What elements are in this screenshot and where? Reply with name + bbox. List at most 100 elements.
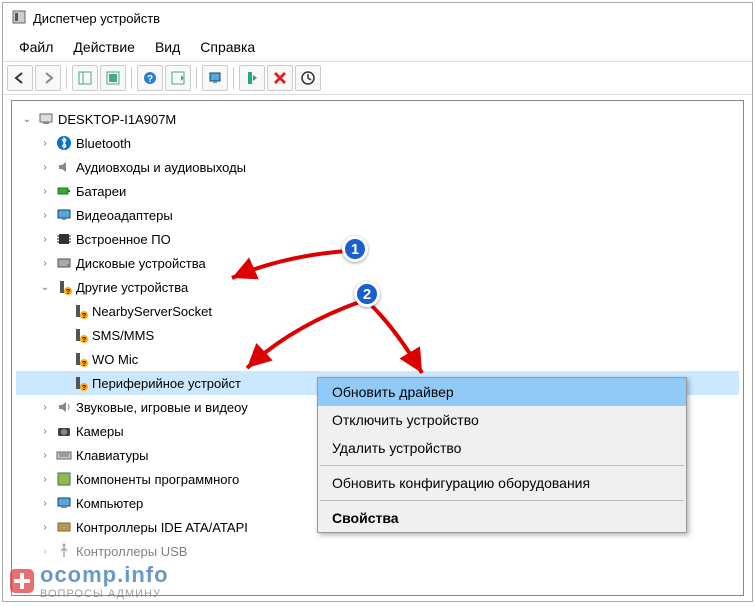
node-label: Камеры xyxy=(76,424,124,439)
annotation-badge-1: 1 xyxy=(342,236,368,262)
tree-node[interactable]: › Встроенное ПО xyxy=(16,227,739,251)
toolbar-separator xyxy=(131,67,132,89)
expand-icon[interactable]: › xyxy=(38,402,52,413)
expand-icon[interactable]: › xyxy=(38,210,52,221)
tree-leaf[interactable]: ?SMS/MMS xyxy=(16,323,739,347)
collapse-icon[interactable]: ⌄ xyxy=(20,114,34,125)
node-label: Дисковые устройства xyxy=(76,256,206,271)
help-button[interactable]: ? xyxy=(137,65,163,91)
node-label: Bluetooth xyxy=(76,136,131,151)
expand-icon[interactable]: › xyxy=(38,546,52,557)
unknown-device-icon: ? xyxy=(71,326,89,344)
node-label: Другие устройства xyxy=(76,280,188,295)
keyboard-icon xyxy=(55,446,73,464)
forward-button[interactable] xyxy=(35,65,61,91)
device-manager-window: Диспетчер устройств Файл Действие Вид Сп… xyxy=(2,2,753,602)
svg-text:?: ? xyxy=(147,74,153,85)
ctx-separator xyxy=(320,500,684,501)
tree-root[interactable]: ⌄ DESKTOP-I1A907M xyxy=(16,107,739,131)
tree-leaf[interactable]: ?NearbyServerSocket xyxy=(16,299,739,323)
tree-node[interactable]: › Батареи xyxy=(16,179,739,203)
software-icon xyxy=(55,470,73,488)
app-icon xyxy=(11,9,27,28)
node-label: Встроенное ПО xyxy=(76,232,171,247)
expand-icon[interactable]: › xyxy=(38,186,52,197)
context-menu: Обновить драйвер Отключить устройство Уд… xyxy=(317,377,687,533)
chip-icon xyxy=(55,230,73,248)
toolbar-separator xyxy=(196,67,197,89)
device-tree[interactable]: ⌄ DESKTOP-I1A907M › Bluetooth › Аудиовходы… xyxy=(11,100,744,596)
expand-icon[interactable]: › xyxy=(38,498,52,509)
toolbar-separator xyxy=(233,67,234,89)
ctx-update-driver[interactable]: Обновить драйвер xyxy=(318,378,686,406)
back-button[interactable] xyxy=(7,65,33,91)
tree-node[interactable]: › Дисковые устройства xyxy=(16,251,739,275)
watermark-icon xyxy=(8,567,36,595)
disk-icon xyxy=(55,254,73,272)
annotation-badge-2: 2 xyxy=(354,281,380,307)
watermark-line1: ocomp.info xyxy=(40,562,169,588)
menu-action[interactable]: Действие xyxy=(63,35,145,59)
node-label: Контроллеры USB xyxy=(76,544,187,559)
update-button[interactable] xyxy=(295,65,321,91)
menubar: Файл Действие Вид Справка xyxy=(3,33,752,61)
ctx-properties[interactable]: Свойства xyxy=(318,504,686,532)
bluetooth-icon xyxy=(55,134,73,152)
unknown-device-icon: ? xyxy=(71,302,89,320)
collapse-icon[interactable]: ⌄ xyxy=(38,282,52,293)
expand-icon[interactable]: › xyxy=(38,234,52,245)
watermark: ocomp.info ВОПРОСЫ АДМИНУ xyxy=(8,562,169,600)
uninstall-button[interactable] xyxy=(267,65,293,91)
leaf-label: SMS/MMS xyxy=(92,328,154,343)
tree-leaf[interactable]: ?WO Mic xyxy=(16,347,739,371)
menu-view[interactable]: Вид xyxy=(145,35,190,59)
root-label: DESKTOP-I1A907M xyxy=(58,112,176,127)
ctx-delete-device[interactable]: Удалить устройство xyxy=(318,434,686,462)
tree-node[interactable]: › Контроллеры USB xyxy=(16,539,739,563)
camera-icon xyxy=(55,422,73,440)
menu-file[interactable]: Файл xyxy=(9,35,63,59)
computer-icon xyxy=(37,110,55,128)
leaf-label: WO Mic xyxy=(92,352,138,367)
tree-node[interactable]: › Видеоадаптеры xyxy=(16,203,739,227)
tree-node[interactable]: › Аудиовходы и аудиовыходы xyxy=(16,155,739,179)
leaf-label: Периферийное устройст xyxy=(92,376,241,391)
unknown-device-icon: ? xyxy=(71,350,89,368)
expand-icon[interactable]: › xyxy=(38,138,52,149)
controller-icon xyxy=(55,518,73,536)
menu-help[interactable]: Справка xyxy=(190,35,265,59)
battery-icon xyxy=(55,182,73,200)
tree-node[interactable]: › Bluetooth xyxy=(16,131,739,155)
svg-text:?: ? xyxy=(66,289,70,295)
node-label: Компьютер xyxy=(76,496,143,511)
toolbar: ? xyxy=(3,61,752,95)
expand-icon[interactable]: › xyxy=(38,522,52,533)
expand-icon[interactable]: › xyxy=(38,450,52,461)
ctx-separator xyxy=(320,465,684,466)
view1-button[interactable] xyxy=(72,65,98,91)
sound-icon xyxy=(55,398,73,416)
expand-icon[interactable]: › xyxy=(38,258,52,269)
usb-icon xyxy=(55,542,73,560)
node-label: Видеоадаптеры xyxy=(76,208,173,223)
node-label: Батареи xyxy=(76,184,126,199)
view3-button[interactable] xyxy=(165,65,191,91)
ctx-scan-hardware[interactable]: Обновить конфигурацию оборудования xyxy=(318,469,686,497)
window-title: Диспетчер устройств xyxy=(33,11,160,26)
expand-icon[interactable]: › xyxy=(38,426,52,437)
display-icon xyxy=(55,206,73,224)
view2-button[interactable] xyxy=(100,65,126,91)
svg-text:?: ? xyxy=(82,313,86,319)
expand-icon[interactable]: › xyxy=(38,162,52,173)
computer-icon xyxy=(55,494,73,512)
ctx-disable-device[interactable]: Отключить устройство xyxy=(318,406,686,434)
enable-button[interactable] xyxy=(239,65,265,91)
node-label: Клавиатуры xyxy=(76,448,149,463)
node-label: Контроллеры IDE ATA/ATAPI xyxy=(76,520,248,535)
node-label: Аудиовходы и аудиовыходы xyxy=(76,160,246,175)
scan-button[interactable] xyxy=(202,65,228,91)
unknown-icon: ? xyxy=(55,278,73,296)
node-label: Компоненты программного xyxy=(76,472,239,487)
expand-icon[interactable]: › xyxy=(38,474,52,485)
node-label: Звуковые, игровые и видеоу xyxy=(76,400,248,415)
